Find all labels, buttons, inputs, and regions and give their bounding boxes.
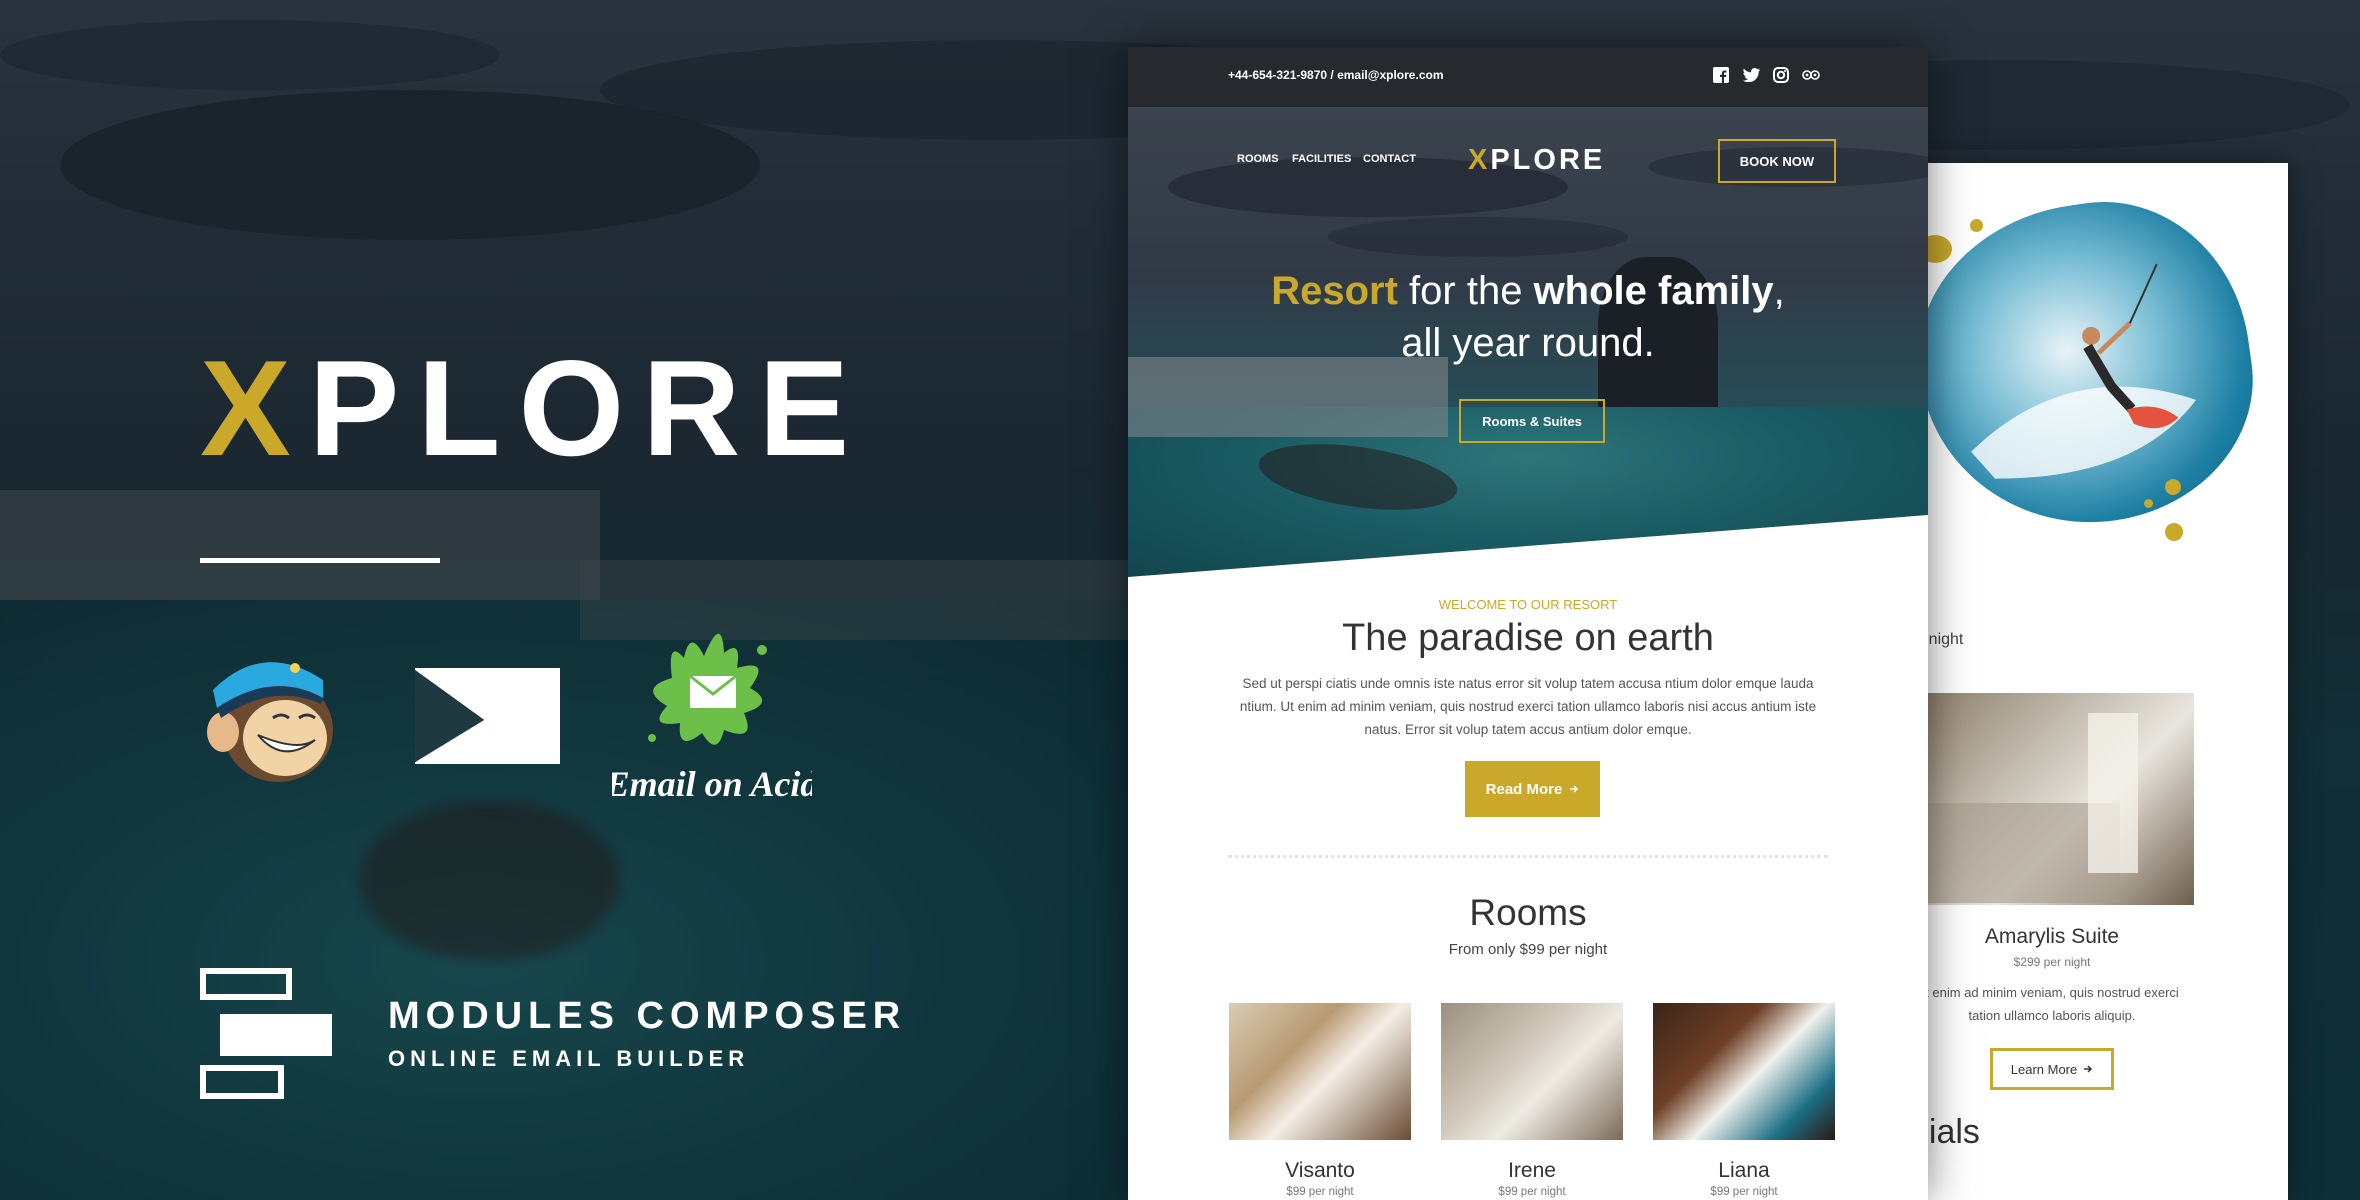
arrow-right-icon xyxy=(2084,1065,2093,1073)
room-image-liana[interactable] xyxy=(1653,1003,1835,1140)
read-more-button[interactable]: Read More xyxy=(1465,761,1600,817)
welcome-label: WELCOME TO OUR RESORT xyxy=(1438,597,1618,612)
learn-more-label: Learn More xyxy=(2010,1061,2078,1077)
email-logo-rest: PLORE xyxy=(1490,144,1606,176)
modules-composer-icon xyxy=(200,968,332,1099)
email-topbar: +44-654-321-9870 / email@xplore.com xyxy=(1128,47,1928,107)
kitesurfer-figure xyxy=(1971,263,2197,479)
headline-gold-word: Resort xyxy=(1271,269,1398,313)
kitesurfer-image xyxy=(1910,183,2271,545)
social-links xyxy=(1712,66,1820,84)
room-image-irene[interactable] xyxy=(1441,1003,1623,1140)
headline-line2: all year round. xyxy=(1401,321,1655,365)
rooms-title: Rooms xyxy=(1469,892,1587,933)
room-price: $99 per night xyxy=(1710,1186,1778,1198)
arrow-right-icon xyxy=(1570,785,1579,793)
rooms-suites-button[interactable]: Rooms & Suites xyxy=(1459,399,1605,443)
amarylis-suite-text-2: tation ullamco laboris aliquip. xyxy=(1968,1008,2136,1023)
read-more-label: Read More xyxy=(1485,780,1563,798)
xplore-brand-logo: XPLORE xyxy=(200,340,867,476)
room-card-visanto[interactable]: Visanto $99 per night xyxy=(1229,1003,1411,1198)
contact-info: +44-654-321-9870 / email@xplore.com xyxy=(1228,68,1444,82)
email-preview-back: s er night Amarylis Suite $299 per night… xyxy=(1910,163,2288,1200)
room-image-visanto[interactable] xyxy=(1229,1003,1411,1140)
email-on-acid-logo: Email on Acid xyxy=(612,633,812,804)
book-now-button[interactable]: BOOK NOW xyxy=(1718,139,1836,183)
modules-composer-title: MODULES COMPOSER xyxy=(388,995,907,1037)
modules-composer-subtitle: ONLINE EMAIL BUILDER xyxy=(388,1046,750,1071)
paradise-title: The paradise on earth xyxy=(1342,617,1714,659)
brand-rest-letters: PLORE xyxy=(308,332,868,484)
paradise-text: Sed ut perspi ciatis unde omnis iste nat… xyxy=(1239,676,1817,737)
learn-more-button[interactable]: Learn More xyxy=(1990,1048,2114,1090)
room-price: $99 per night xyxy=(1286,1186,1354,1198)
tripadvisor-icon[interactable] xyxy=(1802,66,1820,84)
nav-facilities[interactable]: FACILITIES xyxy=(1292,153,1351,165)
amarylis-suite-name: Amarylis Suite xyxy=(1984,925,2120,948)
room-name: Liana xyxy=(1718,1159,1770,1182)
campaign-monitor-logo xyxy=(415,668,560,764)
headline-part2: , xyxy=(1773,269,1785,313)
brand-x-letter: X xyxy=(200,332,309,484)
amarylis-suite-image xyxy=(1910,693,2194,905)
email-logo[interactable]: XPLORE xyxy=(1468,144,1605,177)
room-name: Irene xyxy=(1508,1159,1556,1182)
room-card-irene[interactable]: Irene $99 per night xyxy=(1441,1003,1623,1198)
facebook-icon[interactable] xyxy=(1712,66,1730,84)
email-on-acid-wordmark: Email on Acid xyxy=(612,764,812,804)
headline-part1: for the xyxy=(1397,269,1534,313)
hero-headline: Resort for the whole family, all year ro… xyxy=(1128,265,1928,369)
instagram-icon[interactable] xyxy=(1772,66,1790,84)
nav-contact[interactable]: CONTACT xyxy=(1363,153,1416,165)
section-divider xyxy=(1228,855,1828,858)
email-logo-x: X xyxy=(1468,144,1491,176)
room-name: Visanto xyxy=(1285,1159,1355,1182)
email-preview-front: +44-654-321-9870 / email@xplore.com ROOM xyxy=(1128,47,1928,1200)
amarylis-suite-price: $299 per night xyxy=(2013,955,2091,969)
mailchimp-logo xyxy=(207,662,333,782)
amarylis-suite-text-1: t enim ad minim veniam, quis nostrud exe… xyxy=(1925,985,2179,1000)
room-card-liana[interactable]: Liana $99 per night xyxy=(1653,1003,1835,1198)
nav-rooms[interactable]: ROOMS xyxy=(1237,153,1279,165)
room-price: $99 per night xyxy=(1498,1186,1566,1198)
rooms-subtitle: From only $99 per night xyxy=(1448,941,1608,958)
headline-bold: whole family xyxy=(1533,269,1774,313)
twitter-icon[interactable] xyxy=(1742,66,1760,84)
brand-divider xyxy=(200,558,440,563)
